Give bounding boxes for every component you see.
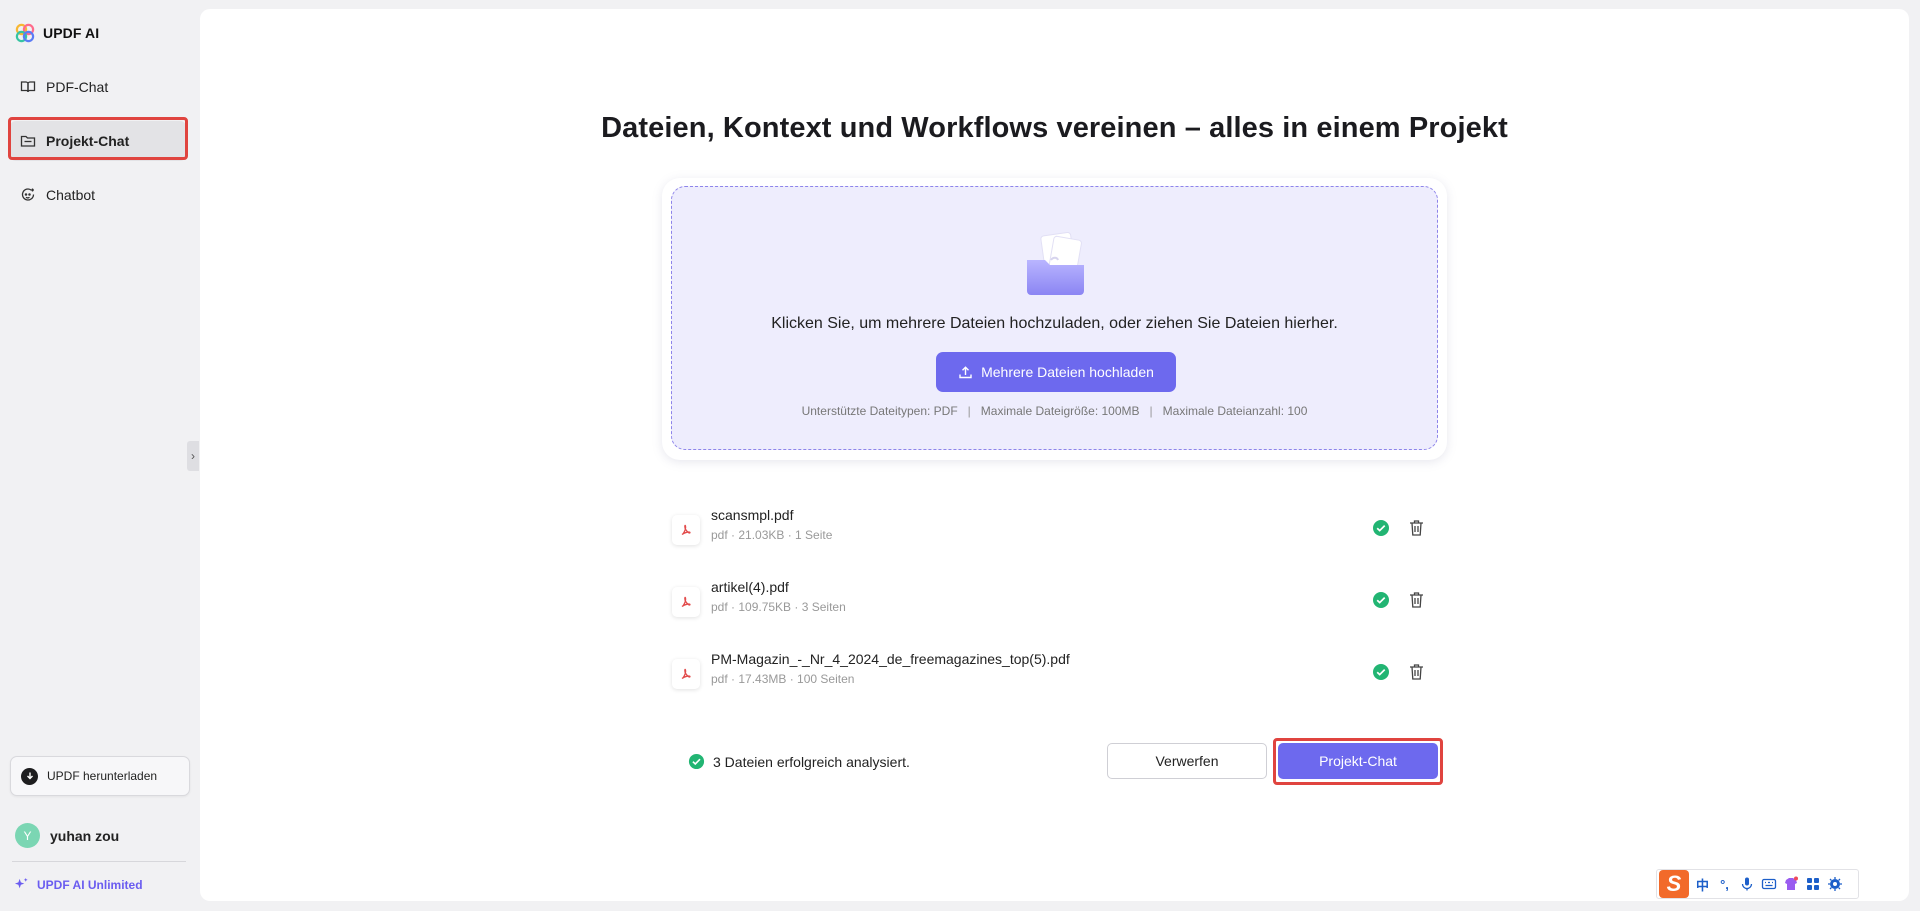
download-label: UPDF herunterladen xyxy=(47,769,158,783)
file-name: scansmpl.pdf xyxy=(711,507,794,523)
check-circle-icon xyxy=(1373,592,1389,608)
project-chat-button[interactable]: Projekt-Chat xyxy=(1278,743,1438,779)
sidebar-item-label: Chatbot xyxy=(46,187,96,203)
folder-icon xyxy=(20,135,36,147)
upload-button-label: Mehrere Dateien hochladen xyxy=(981,364,1154,380)
sparkle-icon xyxy=(14,877,28,889)
file-meta: pdf · 21.03KB · 1 Seite xyxy=(711,528,833,542)
discard-button[interactable]: Verwerfen xyxy=(1107,743,1267,779)
chatbot-icon xyxy=(21,188,35,201)
analysis-status: 3 Dateien erfolgreich analysiert. xyxy=(688,753,910,770)
upload-card: Klicken Sie, um mehrere Dateien hochzula… xyxy=(662,178,1447,460)
ime-punctuation-toggle[interactable]: °, xyxy=(1716,876,1733,893)
download-icon xyxy=(21,767,38,785)
page-title: Dateien, Kontext und Workflows vereinen … xyxy=(601,112,1508,144)
file-dropzone[interactable]: Klicken Sie, um mehrere Dateien hochzula… xyxy=(671,186,1438,450)
toolbox-icon[interactable] xyxy=(1804,876,1821,893)
sidebar-collapse-handle[interactable]: › xyxy=(187,441,199,471)
brand[interactable]: UPDF AI xyxy=(15,23,99,43)
file-meta: pdf · 17.43MB · 100 Seiten xyxy=(711,672,855,686)
limit-separator: | xyxy=(1149,404,1153,418)
limit-file-size: Maximale Dateigröße: 100MB xyxy=(980,404,1140,418)
sidebar-item-label: Projekt-Chat xyxy=(46,133,130,149)
file-meta: pdf · 109.75KB · 3 Seiten xyxy=(711,600,846,614)
sidebar-item-chatbot[interactable]: Chatbot xyxy=(10,175,186,215)
download-updf-button[interactable]: UPDF herunterladen xyxy=(10,756,190,796)
check-circle-icon xyxy=(1373,664,1389,680)
file-list-item: scansmpl.pdf pdf · 21.03KB · 1 Seite xyxy=(672,506,1434,550)
trash-icon[interactable] xyxy=(1408,591,1425,609)
trash-icon[interactable] xyxy=(1408,519,1425,537)
status-text: 3 Dateien erfolgreich analysiert. xyxy=(713,753,910,770)
upload-instruction: Klicken Sie, um mehrere Dateien hochzula… xyxy=(771,315,1338,332)
pdf-file-icon xyxy=(672,515,700,545)
app-window: UPDF AI PDF-Chat Projekt-Chat Chatbot › … xyxy=(0,0,1920,911)
sidebar-item-pdf-chat[interactable]: PDF-Chat xyxy=(10,67,186,107)
ime-language-toggle[interactable]: 中 xyxy=(1694,876,1711,893)
check-circle-icon xyxy=(1373,520,1389,536)
file-name: artikel(4).pdf xyxy=(711,579,789,595)
microphone-icon[interactable] xyxy=(1738,876,1755,893)
sidebar-item-project-chat[interactable]: Projekt-Chat xyxy=(10,121,186,161)
sidebar-divider xyxy=(12,861,186,862)
plan-label: UPDF AI Unlimited xyxy=(37,877,143,892)
folder-upload-icon xyxy=(1027,231,1084,295)
skin-icon[interactable] xyxy=(1782,876,1799,893)
limit-file-types: Unterstützte Dateitypen: PDF xyxy=(801,404,958,418)
brand-name: UPDF AI xyxy=(43,25,100,41)
ime-settings-icon[interactable] xyxy=(1826,876,1843,893)
chevron-right-icon: › xyxy=(191,449,195,463)
file-name: PM-Magazin_-_Nr_4_2024_de_freemagazines_… xyxy=(711,651,1070,667)
upload-limits: Unterstützte Dateitypen: PDF | Maximale … xyxy=(672,404,1437,418)
plan-link[interactable]: UPDF AI Unlimited xyxy=(14,877,143,892)
trash-icon[interactable] xyxy=(1408,663,1425,681)
avatar: Y xyxy=(15,823,40,848)
pdf-file-icon xyxy=(672,659,700,689)
main-panel: Dateien, Kontext und Workflows vereinen … xyxy=(200,9,1909,901)
limit-separator: | xyxy=(967,404,971,418)
upload-files-button[interactable]: Mehrere Dateien hochladen xyxy=(936,352,1176,392)
ime-toolbar: S 中 °, xyxy=(1656,869,1859,899)
pdf-file-icon xyxy=(672,587,700,617)
user-profile[interactable]: Y yuhan zou xyxy=(15,823,119,848)
user-name: yuhan zou xyxy=(50,827,120,844)
sidebar-item-label: PDF-Chat xyxy=(46,79,109,95)
upload-icon xyxy=(959,365,972,378)
check-circle-icon xyxy=(688,753,705,770)
file-list-item: PM-Magazin_-_Nr_4_2024_de_freemagazines_… xyxy=(672,650,1434,694)
file-list-item: artikel(4).pdf pdf · 109.75KB · 3 Seiten xyxy=(672,578,1434,622)
limit-file-count: Maximale Dateianzahl: 100 xyxy=(1162,404,1308,418)
sogou-logo-icon[interactable]: S xyxy=(1659,870,1689,898)
book-icon xyxy=(20,81,36,93)
updf-logo-icon xyxy=(15,23,35,43)
keyboard-icon[interactable] xyxy=(1760,876,1777,893)
sidebar: UPDF AI PDF-Chat Projekt-Chat Chatbot › … xyxy=(0,0,199,911)
